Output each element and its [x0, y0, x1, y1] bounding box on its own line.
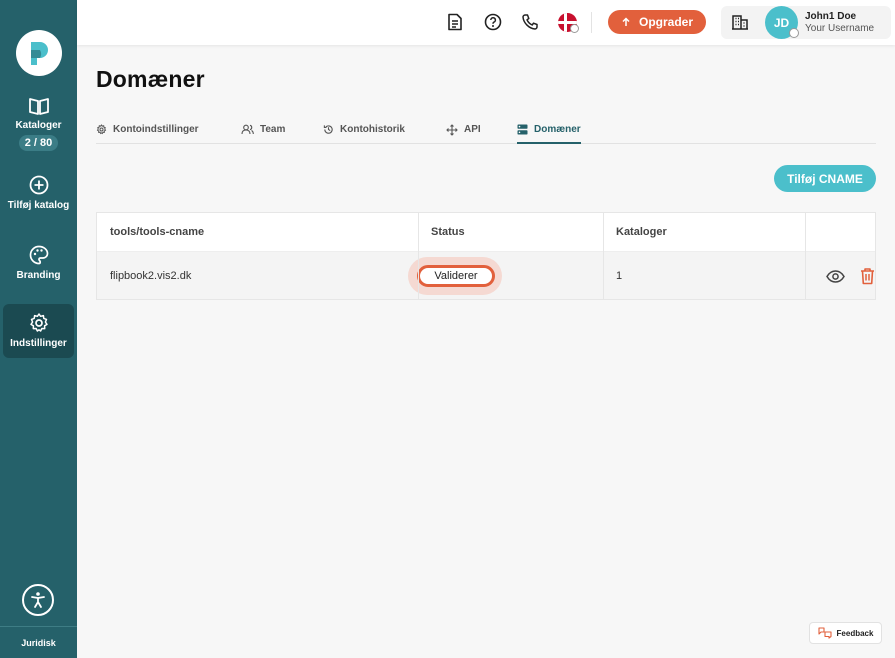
- tab-domains[interactable]: Domæner: [517, 118, 581, 144]
- settings-tabs: Kontoindstillinger Team Kontohistorik AP…: [96, 118, 876, 144]
- phone-icon: [522, 14, 538, 30]
- feedback-label: Feedback: [836, 628, 874, 638]
- phone-button[interactable]: [520, 12, 540, 32]
- sidebar-item-label: Tilføj katalog: [7, 200, 70, 211]
- domains-table: tools/tools-cname Status Kataloger flipb…: [96, 212, 876, 300]
- server-icon: [517, 124, 528, 135]
- sidebar-item-branding[interactable]: Branding: [3, 236, 74, 290]
- help-button[interactable]: [483, 12, 503, 32]
- sidebar-divider: [0, 626, 77, 627]
- domain-cell: flipbook2.vis2.dk: [110, 270, 192, 282]
- tab-label: API: [464, 124, 481, 135]
- feedback-button[interactable]: Feedback: [809, 622, 882, 644]
- column-header-actions: [805, 213, 875, 251]
- trash-icon: [860, 268, 874, 285]
- column-divider: [805, 213, 806, 299]
- palette-icon: [29, 245, 48, 265]
- column-divider: [603, 213, 604, 299]
- tab-label: Domæner: [534, 124, 581, 135]
- page-title: Domæner: [96, 66, 205, 92]
- sidebar-item-settings[interactable]: Indstillinger: [3, 304, 74, 358]
- column-header-catalogs: Kataloger: [616, 226, 667, 238]
- building-icon: [732, 15, 748, 30]
- sidebar: Kataloger 2 / 80 Tilføj katalog Branding…: [0, 0, 77, 658]
- gear-icon: [96, 124, 107, 135]
- upgrade-button[interactable]: Opgrader: [608, 10, 706, 34]
- move-icon: [446, 124, 458, 136]
- upgrade-label: Opgrader: [638, 15, 693, 29]
- history-icon: [323, 125, 333, 134]
- tab-label: Kontohistorik: [340, 124, 405, 135]
- app-logo[interactable]: [15, 30, 62, 76]
- add-cname-button[interactable]: Tilføj CNAME: [774, 165, 876, 192]
- view-button[interactable]: [825, 266, 845, 286]
- catalog-count-badge: 2 / 80: [18, 135, 59, 151]
- book-open-icon: [28, 98, 49, 115]
- delete-button[interactable]: [857, 266, 875, 286]
- sidebar-item-add-catalog[interactable]: Tilføj katalog: [3, 166, 74, 220]
- tab-label: Kontoindstillinger: [113, 124, 199, 135]
- tab-api[interactable]: API: [446, 118, 481, 144]
- eye-icon: [825, 269, 845, 283]
- user-username: Your Username: [805, 23, 875, 34]
- sidebar-item-label: Indstillinger: [10, 338, 67, 349]
- feedback-icon: [817, 627, 832, 639]
- document-button[interactable]: [445, 12, 465, 32]
- accessibility-icon: [31, 592, 45, 608]
- legal-link[interactable]: Juridisk: [0, 638, 77, 648]
- organization-button[interactable]: [731, 13, 749, 36]
- arrow-up-icon: [622, 17, 630, 26]
- topbar: Opgrader JD John1 Doe Your Username: [77, 0, 895, 45]
- column-divider: [418, 213, 419, 299]
- sidebar-item-label: Branding: [16, 270, 61, 281]
- catalogs-count-cell: 1: [616, 270, 623, 282]
- user-menu[interactable]: JD John1 Doe Your Username: [721, 6, 891, 39]
- tab-account-settings[interactable]: Kontoindstillinger: [96, 118, 199, 144]
- tab-account-history[interactable]: Kontohistorik: [323, 118, 405, 144]
- logo-p-icon: [30, 42, 48, 65]
- tab-label: Team: [260, 124, 286, 135]
- sidebar-item-label: Kataloger: [15, 120, 62, 131]
- gear-icon: [29, 313, 48, 332]
- column-header-status: Status: [431, 226, 465, 238]
- table-header: tools/tools-cname Status Kataloger: [97, 213, 875, 252]
- sidebar-item-catalogs[interactable]: Kataloger 2 / 80: [3, 88, 74, 160]
- document-icon: [448, 13, 462, 31]
- plus-circle-icon: [29, 175, 48, 195]
- chevron-down-icon: [570, 24, 579, 33]
- status-badge[interactable]: Validerer: [417, 265, 495, 287]
- column-header-domain: tools/tools-cname: [110, 226, 205, 238]
- help-icon: [484, 13, 502, 31]
- accessibility-button[interactable]: [22, 584, 54, 616]
- table-row: flipbook2.vis2.dk Validerer 1: [97, 252, 875, 299]
- user-name: John1 Doe: [805, 11, 857, 22]
- chevron-down-icon: [789, 28, 799, 38]
- users-icon: [241, 124, 254, 135]
- tab-team[interactable]: Team: [241, 118, 285, 144]
- topbar-divider: [591, 12, 592, 33]
